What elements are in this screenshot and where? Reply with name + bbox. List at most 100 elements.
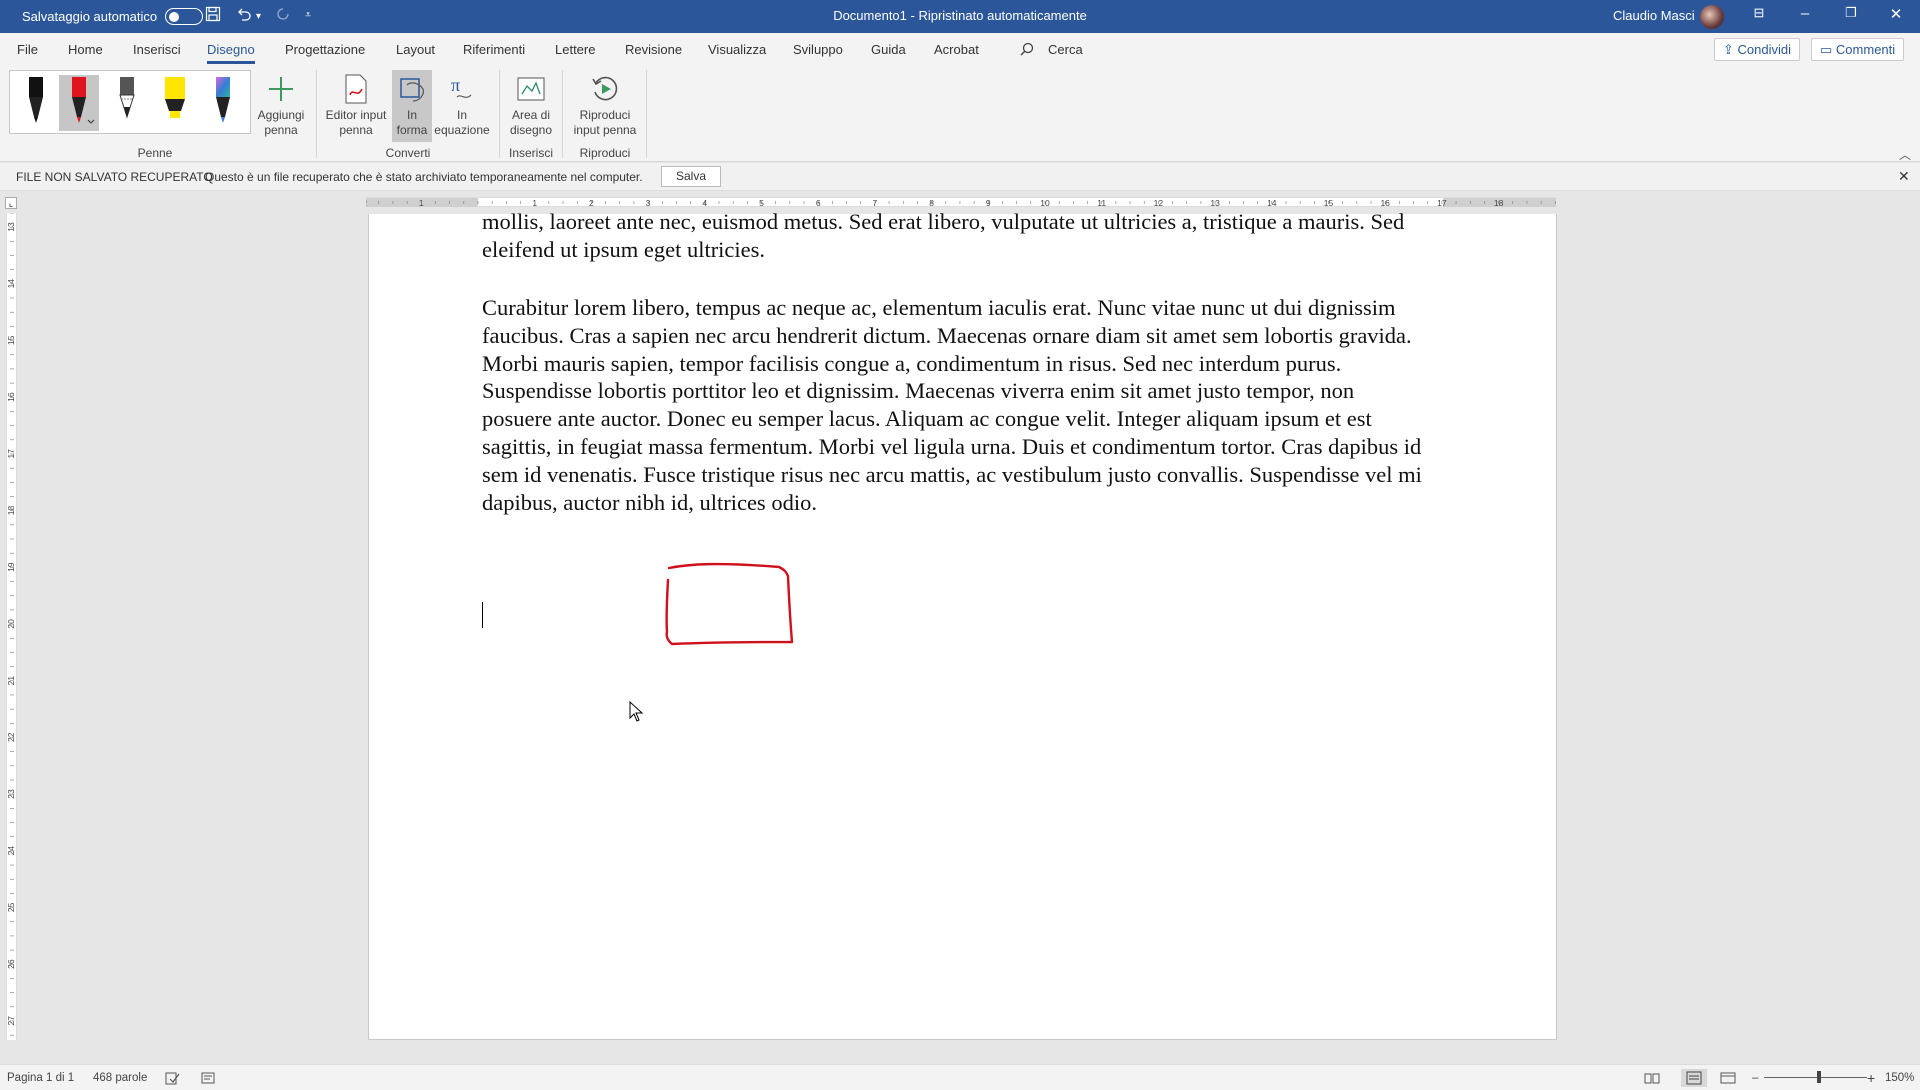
ink-to-shape-icon xyxy=(392,70,432,108)
tab-visualizza[interactable]: Visualizza xyxy=(708,42,766,57)
search-label[interactable]: Cerca xyxy=(1048,42,1083,57)
ink-to-math-icon: π xyxy=(434,70,490,108)
tab-sviluppo[interactable]: Sviluppo xyxy=(793,42,843,57)
share-label: Condividi xyxy=(1737,42,1792,57)
restore-icon[interactable]: ❐ xyxy=(1841,5,1861,21)
tab-inserisci[interactable]: Inserisci xyxy=(133,42,181,57)
text-cursor xyxy=(482,602,483,628)
share-button[interactable]: ⇪ Condividi xyxy=(1714,38,1801,61)
zoom-in-icon[interactable]: + xyxy=(1867,1070,1875,1086)
tab-progettazione[interactable]: Progettazione xyxy=(285,42,365,57)
tab-selector[interactable]: ⌞ xyxy=(5,197,17,209)
minimize-icon[interactable]: – xyxy=(1795,5,1815,22)
mouse-pointer-icon xyxy=(629,701,644,722)
close-icon[interactable]: ✕ xyxy=(1886,5,1906,23)
tab-guida[interactable]: Guida xyxy=(871,42,906,57)
web-layout-icon[interactable] xyxy=(1720,1072,1736,1087)
paragraph[interactable]: mollis, laoreet ante nec, euismod metus.… xyxy=(482,208,1422,264)
ruler-number: 14 xyxy=(7,279,16,289)
zoom-slider-thumb[interactable] xyxy=(1817,1071,1821,1083)
ink-drawing[interactable] xyxy=(659,558,799,658)
highlighter-yellow[interactable] xyxy=(155,75,195,131)
ruler-number: 22 xyxy=(7,732,16,742)
pen-galaxy[interactable] xyxy=(203,75,243,131)
zoom-out-icon[interactable]: – xyxy=(1752,1072,1758,1084)
add-pen-button[interactable]: Aggiungi penna xyxy=(254,70,308,138)
user-name[interactable]: Claudio Masci xyxy=(1613,8,1695,23)
ruler-number: 18 xyxy=(7,506,16,516)
ruler-number: 26 xyxy=(7,959,16,969)
pen-red[interactable] xyxy=(59,75,99,131)
close-bar-icon[interactable]: ✕ xyxy=(1898,168,1910,185)
ruler-ticks: 13 14 15 16 17 18 19 20 21 22 23 24 25 26 27 xyxy=(7,213,16,1036)
recovered-message: Questo è un file recuperato che è stato … xyxy=(205,170,643,184)
pen-black[interactable] xyxy=(16,75,56,131)
ink-to-shape-button[interactable]: In forma xyxy=(392,70,432,142)
ink-to-shape-label-1: In xyxy=(406,108,417,122)
avatar[interactable] xyxy=(1700,5,1724,29)
zoom-level[interactable]: 150% xyxy=(1885,1072,1914,1084)
ruler-number: 23 xyxy=(7,789,16,799)
horizontal-ruler[interactable]: 21123456789101112131415161718 xyxy=(366,197,1556,207)
ink-editor-button[interactable]: Editor input penna xyxy=(322,70,390,138)
ink-to-math-label-1: In xyxy=(456,108,467,122)
tab-file[interactable]: File xyxy=(17,42,38,57)
vertical-ruler[interactable]: 13 14 15 16 17 18 19 20 21 22 23 24 25 26 27 xyxy=(6,213,17,1040)
plus-icon xyxy=(254,70,308,108)
ribbon-display-icon[interactable]: ⊟ xyxy=(1749,5,1769,21)
tab-acrobat[interactable]: Acrobat xyxy=(934,42,979,57)
proofing-icon[interactable] xyxy=(165,1072,180,1088)
ruler-ticks: 21123456789101112131415161718 xyxy=(366,198,1556,207)
ink-editor-label-1: Editor input xyxy=(325,108,387,122)
zoom-slider[interactable] xyxy=(1764,1077,1867,1078)
title-bar: Salvataggio automatico ▾ ⩡ Documento1 - … xyxy=(0,0,1920,33)
pencil[interactable] xyxy=(107,75,147,131)
group-separator xyxy=(499,70,500,158)
tab-riferimenti[interactable]: Riferimenti xyxy=(463,42,525,57)
ink-to-math-label-2: equazione xyxy=(434,123,490,137)
word-count[interactable]: 468 parole xyxy=(93,1072,147,1084)
read-mode-icon[interactable] xyxy=(1644,1072,1660,1087)
recovered-label: FILE NON SALVATO RECUPERATO xyxy=(16,170,213,184)
comments-button[interactable]: ▭ Commenti xyxy=(1811,38,1905,61)
save-button[interactable]: Salva xyxy=(661,166,721,187)
pens-group-label: Penne xyxy=(137,146,173,160)
ruler-number: 19 xyxy=(7,562,16,572)
ruler-number: 21 xyxy=(7,676,16,686)
ruler-number: 24 xyxy=(7,846,16,856)
tab-revisione[interactable]: Revisione xyxy=(625,42,682,57)
search-icon[interactable] xyxy=(1020,42,1034,59)
ruler-number: 16 xyxy=(7,392,16,402)
print-layout-icon[interactable] xyxy=(1681,1069,1707,1087)
add-pen-label-2: penna xyxy=(264,123,298,137)
ink-editor-icon xyxy=(322,70,390,108)
group-separator xyxy=(562,70,563,158)
tab-home[interactable]: Home xyxy=(68,42,103,57)
tab-disegno[interactable]: Disegno xyxy=(207,42,255,64)
ruler-number: 2 xyxy=(366,198,367,207)
svg-text:π: π xyxy=(451,75,460,95)
add-pen-label-1: Aggiungi xyxy=(257,108,305,122)
collapse-ribbon-icon[interactable]: ︿ xyxy=(1899,146,1911,163)
convert-group-label: Converti xyxy=(385,146,431,160)
tab-layout[interactable]: Layout xyxy=(396,42,435,57)
tab-lettere[interactable]: Lettere xyxy=(555,42,595,57)
status-bar: Pagina 1 di 1 468 parole – + 150% xyxy=(0,1064,1920,1090)
ink-to-math-button[interactable]: π In equazione xyxy=(434,70,490,138)
drawing-canvas-label-1: Area di xyxy=(511,108,551,122)
ink-to-shape-label-2: forma xyxy=(396,123,428,137)
comment-icon: ▭ xyxy=(1820,42,1833,57)
group-separator xyxy=(316,70,317,158)
paragraph[interactable]: Curabitur lorem libero, tempus ac neque … xyxy=(482,294,1422,516)
drawing-canvas-button[interactable]: Area di disegno xyxy=(506,70,556,138)
comments-label: Commenti xyxy=(1835,42,1896,57)
ribbon: Aggiungi penna Penne Editor input penna … xyxy=(0,66,1920,162)
ruler-number: 15 xyxy=(7,335,16,345)
pen-gallery xyxy=(9,70,251,134)
page-count[interactable]: Pagina 1 di 1 xyxy=(7,1072,74,1084)
replay-ink-button[interactable]: Riproduci input penna xyxy=(569,70,641,138)
macro-icon[interactable] xyxy=(201,1072,215,1087)
replay-icon xyxy=(569,70,641,108)
ink-editor-label-2: penna xyxy=(339,123,373,137)
document-page[interactable]: mollis, laoreet ante nec, euismod metus.… xyxy=(368,209,1557,1040)
